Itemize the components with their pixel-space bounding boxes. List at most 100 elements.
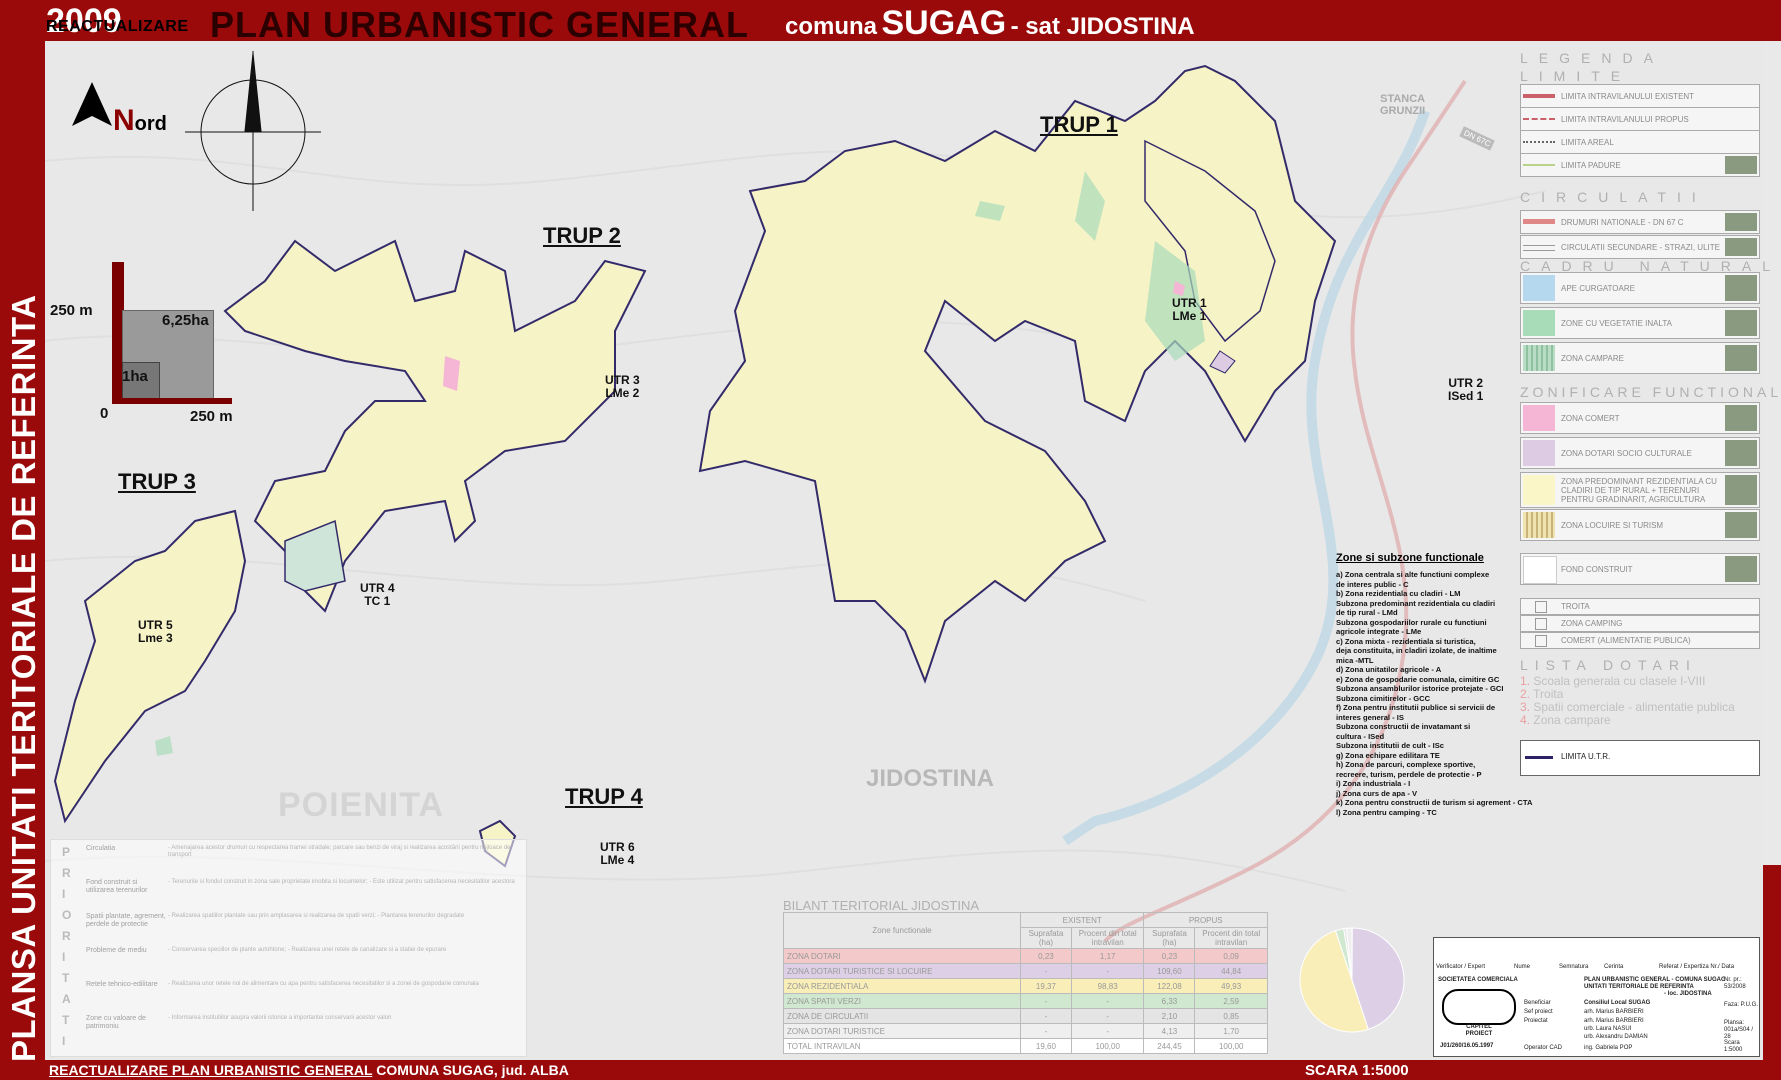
legend-cadru-2: ZONA CAMPARE bbox=[1520, 342, 1760, 374]
legend-circulatii-0: DRUMURI NATIONALE - DN 67 C bbox=[1520, 210, 1760, 234]
bilant-head-p-proc: Procent din total intravilan bbox=[1194, 927, 1268, 949]
bilant-cell-name: ZONA REZIDENTIALA bbox=[783, 978, 1021, 994]
priority-letter: A bbox=[62, 992, 71, 1006]
footer-scale: SCARA 1:5000 bbox=[1305, 1062, 1409, 1079]
priority-text: - Amenajarea acestor drumuri cu respecta… bbox=[168, 845, 511, 858]
priority-letter: I bbox=[62, 950, 66, 964]
zone-item: h) Zona de parcuri, complexe sportive, bbox=[1336, 760, 1476, 769]
priority-category: Zone cu valoare de patrimoniu bbox=[86, 1015, 146, 1030]
bilant-row: ZONA DOTARI TURISTICE SI LOCUIRE - -109,60… bbox=[783, 963, 1268, 979]
scale-label-625: 6,25ha bbox=[162, 312, 209, 329]
utr-6-label: UTR 6 LMe 4 bbox=[600, 841, 635, 867]
legend-limite-2: LIMITA AREAL bbox=[1520, 130, 1760, 154]
legend-zonificare-3: ZONA LOCUIRE SI TURISM bbox=[1520, 509, 1760, 541]
priority-letter: T bbox=[62, 971, 70, 985]
legend-zonificare-head: ZONIFICARE FUNCTIONALA bbox=[1520, 384, 1781, 400]
trup-1-label: TRUP 1 bbox=[1040, 112, 1118, 137]
footer-part3: , jud. ALBA bbox=[493, 1062, 569, 1078]
bilant-cell-e-proc: 98,83 bbox=[1070, 978, 1145, 994]
bilant-cell-e-sup: 19,60 bbox=[1020, 1038, 1072, 1054]
footer-part2: COMUNA SUGAG bbox=[376, 1062, 494, 1078]
legend-limite-0: LIMITA INTRAVILANULUI EXISTENT bbox=[1520, 84, 1760, 108]
utr-2-code: ISed 1 bbox=[1448, 389, 1484, 403]
priority-category: Spatii plantate, agrement, perdele de pr… bbox=[86, 913, 166, 928]
bilant-cell-name: ZONA DOTARI bbox=[783, 948, 1021, 964]
stanca-label: STANCA bbox=[1380, 93, 1426, 105]
zone-item: f) Zona pentru institutii publice si ser… bbox=[1336, 703, 1496, 712]
priority-text: - Realizarea spatiilor plantate sau prin… bbox=[168, 913, 465, 919]
vertical-title: PLANSA UNITATI TERITORIALE DE REFERINTA bbox=[5, 294, 42, 1063]
priority-letter: I bbox=[62, 887, 66, 901]
legend-small-1: ZONA CAMPING bbox=[1520, 615, 1760, 632]
bilant-cell-p-sup: 244,45 bbox=[1143, 1038, 1196, 1054]
priority-text: - Informarea institutiilor asupra valori… bbox=[168, 1015, 392, 1021]
north-n: N bbox=[113, 104, 135, 137]
comuna-prefix: comuna bbox=[785, 13, 878, 40]
bilant-head-existent: EXISTENT bbox=[1019, 912, 1145, 928]
zone-item: c) Zona mixta - rezidentiala si turistic… bbox=[1336, 636, 1476, 646]
zone-item: deja constituita, in cladiri izolate, de… bbox=[1336, 646, 1497, 655]
legend-zonificare-4: FOND CONSTRUIT bbox=[1520, 553, 1760, 585]
grunzii-label: GRUNZII bbox=[1380, 105, 1426, 117]
zone-item: Subzona cimitirelor - GCC bbox=[1336, 693, 1431, 703]
bilant-cell-p-sup: 2,10 bbox=[1143, 1008, 1196, 1024]
bilant-cell-p-proc: 0,85 bbox=[1194, 1008, 1268, 1024]
bilant-cell-p-proc: 49,93 bbox=[1194, 978, 1268, 994]
legend-circulatii-1: CIRCULATII SECUNDARE - STRAZI, ULITE bbox=[1520, 235, 1760, 259]
north-label: Nord bbox=[113, 104, 167, 138]
priority-letter: I bbox=[62, 1034, 66, 1048]
bilant-cell-name: ZONA DOTARI TURISTICE SI LOCUIRE bbox=[783, 963, 1021, 979]
utr-4-label: UTR 4 TC 1 bbox=[360, 582, 395, 608]
bilant-cell-name: ZONA DE CIRCULATII bbox=[783, 1008, 1021, 1024]
comuna-title: comuna SUGAG - sat JIDOSTINA bbox=[785, 4, 1195, 43]
bilant-row: ZONA REZIDENTIALA 19,37 98,83 122,08 49,93 bbox=[783, 978, 1268, 994]
scale-label-1ha: 1ha bbox=[122, 368, 148, 385]
zone-item: Subzona constructii de invatamant si bbox=[1336, 722, 1471, 731]
legend-utr-limit: LIMITA U.T.R. bbox=[1520, 740, 1760, 776]
bilant-cell-p-sup: 122,08 bbox=[1143, 978, 1196, 994]
trup-4-label: TRUP 4 bbox=[565, 784, 643, 809]
scale-bar-horizontal bbox=[112, 398, 232, 404]
capitel-logo-icon bbox=[1442, 989, 1516, 1025]
zone-item: Subzona institutii de cult - ISc bbox=[1336, 741, 1445, 750]
legend-small-2: COMERT (ALIMENTATIE PUBLICA) bbox=[1520, 632, 1760, 649]
bilant-cell-e-proc: - bbox=[1070, 993, 1145, 1009]
zone-item: mica -MTL bbox=[1336, 655, 1374, 665]
scale-label-250-left: 250 m bbox=[50, 302, 93, 319]
cartouche: Verificator / Expert Nume Semnatura Ceri… bbox=[1433, 937, 1760, 1057]
legend-circulatii-head: CIRCULATII bbox=[1520, 189, 1707, 205]
bilant-cell-p-proc: 1,70 bbox=[1194, 1023, 1268, 1039]
legend-zonificare-0: ZONA COMERT bbox=[1520, 402, 1760, 434]
utr-4-code: TC 1 bbox=[364, 594, 391, 608]
zone-functionale-list: Zone si subzone functionale a) Zona cent… bbox=[1336, 552, 1556, 817]
legend-zonificare-1: ZONA DOTARI SOCIO CULTURALE bbox=[1520, 437, 1760, 469]
zone-item: Subzona ansamblurilor istorice protejate… bbox=[1336, 684, 1504, 693]
scale-label-0: 0 bbox=[100, 405, 109, 422]
zone-item: agricole integrate - LMe bbox=[1336, 627, 1422, 636]
bilant-head-e-sup: Suprafata (ha) bbox=[1020, 927, 1072, 949]
sat-name: - sat JIDOSTINA bbox=[1010, 13, 1195, 40]
footer-title: REACTUALIZARE PLAN URBANISTIC GENERAL CO… bbox=[49, 1062, 569, 1078]
zone-item: b) Zona rezidentiala cu cladiri - LM bbox=[1336, 589, 1461, 598]
bilant-cell-p-proc: 44,84 bbox=[1194, 963, 1268, 979]
main-title: PLAN URBANISTIC GENERAL bbox=[210, 4, 750, 45]
utr-5-code: Lme 3 bbox=[138, 631, 173, 645]
bilant-cell-name: ZONA SPATII VERZI bbox=[783, 993, 1021, 1009]
legend-cadru-1: ZONE CU VEGETATIE INALTA bbox=[1520, 307, 1760, 339]
trup-2-label: TRUP 2 bbox=[543, 223, 621, 248]
utr-2-label: UTR 2 ISed 1 bbox=[1448, 377, 1483, 403]
bilant-cell-p-proc: 2,59 bbox=[1194, 993, 1268, 1009]
priority-category: Probleme de mediu bbox=[86, 947, 147, 954]
bilant-cell-p-sup: 109,60 bbox=[1143, 963, 1196, 979]
priority-text: - Terenurile si fondul construit in zona… bbox=[168, 879, 515, 885]
footer-part1: REACTUALIZARE PLAN URBANISTIC GENERAL bbox=[49, 1062, 373, 1078]
bilant-row: ZONA SPATII VERZI - -6,33 2,59 bbox=[783, 993, 1268, 1009]
bilant-head-propus: PROPUS bbox=[1143, 912, 1268, 928]
zone-item: de tip rural - LMd bbox=[1336, 608, 1398, 617]
utr-5-label: UTR 5 Lme 3 bbox=[138, 619, 173, 645]
bilant-table: Zone functionale EXISTENT PROPUS Suprafa… bbox=[783, 912, 1268, 1054]
priority-text: - Conservarea speciilor de plante autoht… bbox=[168, 947, 447, 953]
bilant-pie bbox=[1299, 927, 1405, 1033]
bilant-cell-p-sup: 4,13 bbox=[1143, 1023, 1196, 1039]
priority-letter: O bbox=[62, 908, 72, 922]
